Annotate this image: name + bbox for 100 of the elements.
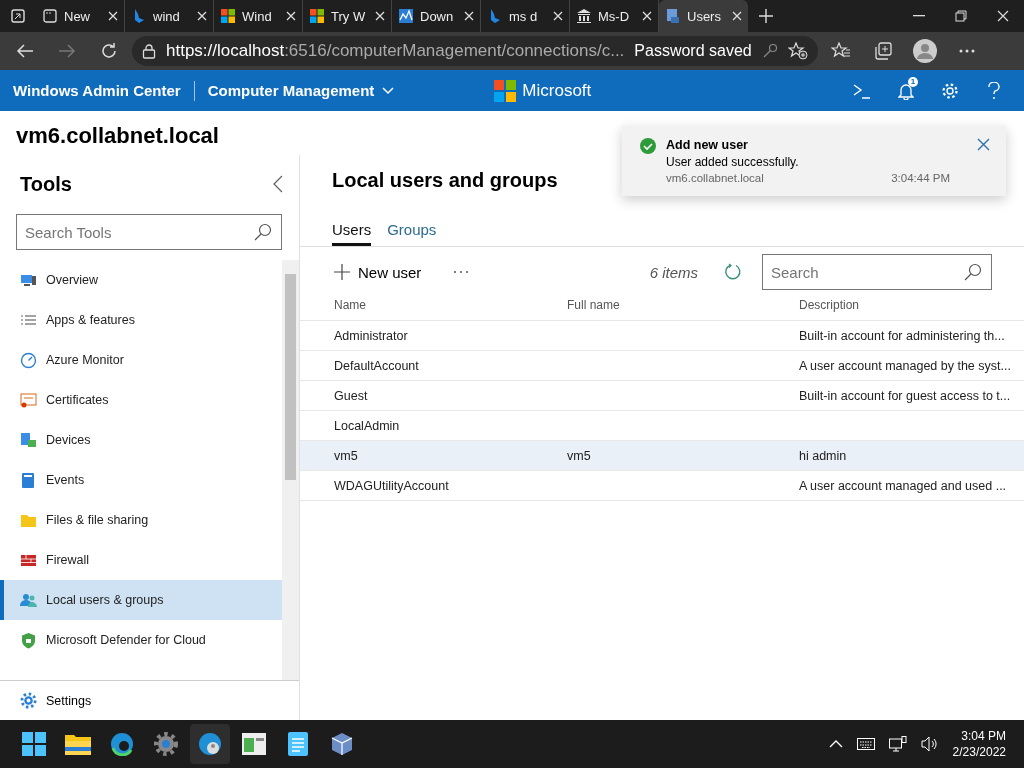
favorites-icon[interactable]: [830, 42, 851, 60]
table-cell-text: A user account managed by the syst...: [799, 358, 1012, 373]
column-header[interactable]: Full name: [567, 298, 799, 312]
plus-icon: [334, 264, 350, 280]
table-cell-text: vm5: [334, 448, 359, 463]
solution-dropdown[interactable]: Computer Management: [207, 82, 375, 99]
keyboard-icon[interactable]: [856, 738, 875, 750]
gear-icon: [20, 692, 37, 709]
close-icon[interactable]: [197, 11, 207, 21]
close-icon: [977, 138, 990, 151]
tool-item[interactable]: Apps & features: [0, 300, 282, 340]
url-text: https://localhost:6516/computerManagement/connections/c...: [166, 41, 625, 61]
table-cell-text: Built-in account for administering th...: [799, 328, 1006, 343]
tab-page-icon: [42, 8, 58, 24]
chevron-up-icon[interactable]: [828, 740, 843, 748]
more-icon[interactable]: [453, 270, 470, 274]
table-row[interactable]: WDAGUtilityAccount A user account managed and used ...: [300, 471, 1024, 501]
folder-icon[interactable]: [65, 733, 91, 755]
favorite-add-icon[interactable]: [787, 42, 808, 60]
book-icon: [20, 471, 37, 489]
refresh-icon[interactable]: [724, 263, 742, 281]
tool-item[interactable]: Microsoft Defender for Cloud: [0, 620, 282, 660]
table-cell-text: Administrator: [334, 328, 409, 343]
clock-date[interactable]: 2/23/2022: [952, 745, 1006, 759]
certificate-icon: [20, 391, 37, 409]
page-tab[interactable]: Users: [332, 217, 372, 246]
product-name[interactable]: Windows Admin Center: [13, 82, 181, 99]
tool-item[interactable]: Files & file sharing: [0, 500, 282, 540]
new-user-button[interactable]: New user: [328, 262, 428, 282]
start-icon[interactable]: [22, 732, 46, 756]
scrollbar[interactable]: [282, 260, 299, 680]
search-field[interactable]: Search: [762, 254, 992, 290]
brand-name: Microsoft: [522, 80, 592, 101]
tab-actions-icon[interactable]: [10, 8, 26, 24]
table-row[interactable]: Guest Built-in account for guest access to t...: [300, 381, 1024, 411]
back-icon[interactable]: [16, 43, 34, 59]
notification-badge: 1: [908, 76, 918, 87]
more-icon[interactable]: [958, 49, 975, 53]
host-title: vm6.collabnet.local: [16, 123, 219, 150]
edge-icon[interactable]: [110, 732, 134, 756]
key-icon[interactable]: [761, 43, 778, 59]
item-count: 6 items: [649, 263, 698, 281]
toast-message: User added successfully.: [666, 155, 800, 169]
search-icon[interactable]: [254, 223, 272, 241]
refresh-icon[interactable]: [100, 42, 118, 60]
address-bar[interactable]: https://localhost:6516/computerManagement/connections/c... Password saved: [132, 36, 818, 66]
cube-icon[interactable]: [331, 732, 353, 756]
minimize-icon[interactable]: [913, 15, 925, 17]
page-title: Local users and groups: [332, 169, 558, 193]
success-check-icon: [640, 138, 656, 154]
network-icon[interactable]: [888, 736, 907, 752]
close-icon[interactable]: [732, 11, 742, 21]
close-icon[interactable]: [997, 10, 1009, 22]
table-cell-text: LocalAdmin: [334, 418, 401, 433]
window-icon[interactable]: [242, 733, 266, 755]
tool-item[interactable]: Firewall: [0, 540, 282, 580]
table-row[interactable]: vm5 vm5 hi admin: [300, 441, 1024, 471]
close-icon[interactable]: [375, 11, 385, 21]
close-icon[interactable]: [642, 11, 652, 21]
close-icon[interactable]: [464, 11, 474, 21]
new-tab-icon[interactable]: [759, 9, 773, 23]
gear-icon[interactable]: [154, 732, 178, 756]
page-tab[interactable]: Groups: [387, 217, 437, 246]
table-row[interactable]: DefaultAccount A user account managed by the syst...: [300, 351, 1024, 381]
chevron-down-icon[interactable]: [382, 86, 395, 95]
microsoft-logo-icon: [494, 79, 517, 102]
windows-logo-icon: [220, 8, 236, 24]
help-icon[interactable]: [988, 81, 1000, 100]
bell-icon[interactable]: [898, 81, 914, 100]
profile-avatar-icon[interactable]: [912, 39, 937, 63]
search-icon[interactable]: [964, 263, 982, 281]
column-header[interactable]: Name: [334, 298, 567, 312]
column-header[interactable]: Description: [799, 298, 1024, 312]
table-row[interactable]: Administrator Built-in account for administering th...: [300, 321, 1024, 351]
shield-icon: [20, 631, 37, 649]
restore-icon[interactable]: [955, 10, 967, 22]
forward-icon[interactable]: [58, 43, 76, 59]
tool-item[interactable]: Local users & groups: [0, 580, 282, 620]
browser-tab[interactable]: Users: [659, 0, 748, 32]
tool-item[interactable]: Azure Monitor: [0, 340, 282, 380]
edge-profile-icon[interactable]: [198, 732, 222, 756]
toast-source: vm6.collabnet.local: [666, 172, 764, 184]
collapse-icon[interactable]: [273, 175, 283, 193]
tool-item[interactable]: Certificates: [0, 380, 282, 420]
close-icon[interactable]: [286, 11, 296, 21]
toast-title: Add new user: [666, 138, 749, 152]
tool-item[interactable]: Events: [0, 460, 282, 500]
close-icon[interactable]: [108, 11, 118, 21]
settings-icon[interactable]: [941, 81, 959, 100]
speaker-icon[interactable]: [920, 736, 939, 752]
tool-item[interactable]: Overview: [0, 260, 282, 300]
powershell-icon[interactable]: [853, 82, 871, 99]
collections-icon[interactable]: [873, 42, 892, 60]
tool-item[interactable]: Devices: [0, 420, 282, 460]
search-tools-field[interactable]: Search Tools: [16, 214, 282, 250]
table-cell-text: A user account managed and used ...: [799, 478, 1008, 493]
clock-time[interactable]: 3:04 PM: [961, 729, 1006, 743]
close-icon[interactable]: [553, 11, 563, 21]
table-cell-text: Guest: [334, 388, 369, 403]
tools-title: Tools: [20, 172, 72, 196]
